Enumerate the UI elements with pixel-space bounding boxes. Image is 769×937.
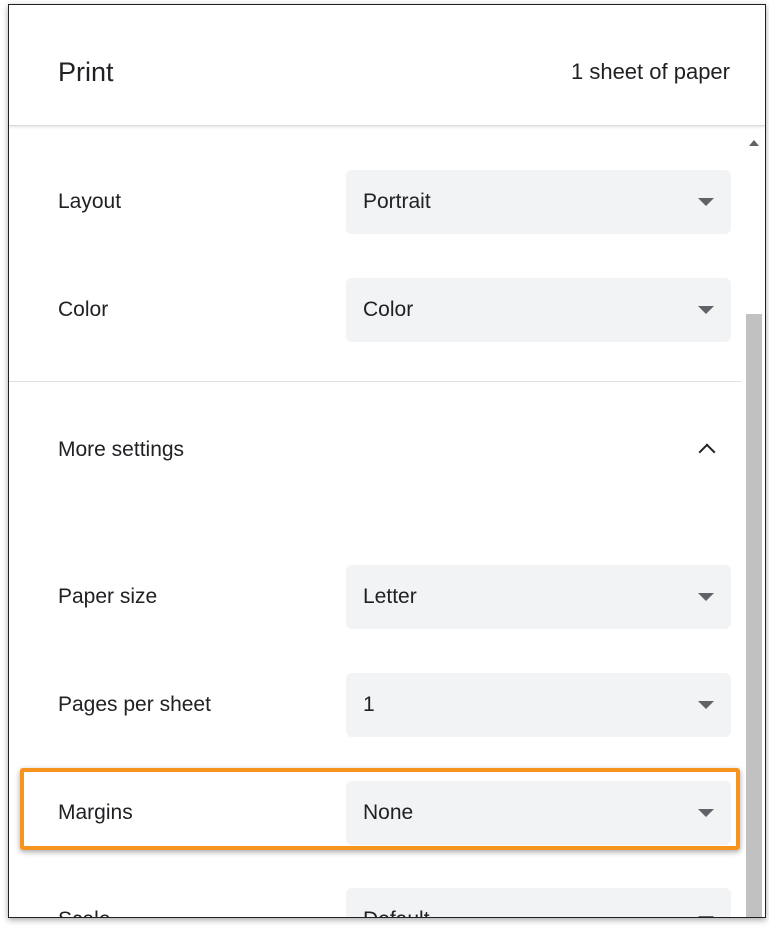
- layout-value: Portrait: [363, 190, 431, 213]
- margins-row: Margins None: [9, 781, 741, 845]
- settings-panel: Layout Portrait Color Color More setting…: [9, 126, 741, 917]
- scale-value: Default: [363, 908, 430, 917]
- layout-select[interactable]: Portrait: [346, 170, 731, 234]
- paper-size-value: Letter: [363, 585, 417, 608]
- margins-value: None: [363, 801, 414, 824]
- dialog-header: Print 1 sheet of paper: [9, 5, 765, 126]
- caret-down-icon: [698, 198, 714, 206]
- print-dialog: Print 1 sheet of paper Layout Portrait C…: [8, 4, 766, 918]
- color-value: Color: [363, 298, 414, 321]
- chevron-up-icon: [698, 443, 716, 461]
- margins-select[interactable]: None: [346, 781, 731, 845]
- pages-per-sheet-value: 1: [363, 693, 375, 716]
- color-row: Color Color: [9, 278, 741, 342]
- caret-down-icon: [698, 701, 714, 709]
- paper-size-row: Paper size Letter: [9, 565, 741, 629]
- caret-down-icon: [698, 306, 714, 314]
- scale-select[interactable]: Default: [346, 888, 731, 917]
- paper-size-select[interactable]: Letter: [346, 565, 731, 629]
- sheet-count: 1 sheet of paper: [570, 59, 730, 84]
- margins-label: Margins: [58, 801, 133, 824]
- pages-per-sheet-label: Pages per sheet: [58, 693, 211, 716]
- paper-size-label: Paper size: [58, 585, 158, 608]
- scale-label: Scale: [58, 908, 111, 917]
- scrollbar[interactable]: [743, 126, 765, 917]
- section-divider: [9, 381, 741, 382]
- color-select[interactable]: Color: [346, 278, 731, 342]
- page-title: Print: [58, 57, 114, 87]
- more-settings-toggle[interactable]: More settings: [9, 420, 741, 480]
- pages-per-sheet-row: Pages per sheet 1: [9, 673, 741, 737]
- pages-per-sheet-select[interactable]: 1: [346, 673, 731, 737]
- caret-down-icon: [698, 593, 714, 601]
- caret-down-icon: [698, 916, 714, 917]
- color-label: Color: [58, 298, 109, 321]
- caret-down-icon: [698, 809, 714, 817]
- more-settings-label: More settings: [58, 438, 185, 461]
- scroll-up-arrow-icon[interactable]: [749, 140, 759, 146]
- layout-label: Layout: [58, 190, 122, 213]
- scrollbar-thumb[interactable]: [746, 314, 762, 917]
- scale-row: Scale Default: [9, 888, 741, 917]
- layout-row: Layout Portrait: [9, 170, 741, 234]
